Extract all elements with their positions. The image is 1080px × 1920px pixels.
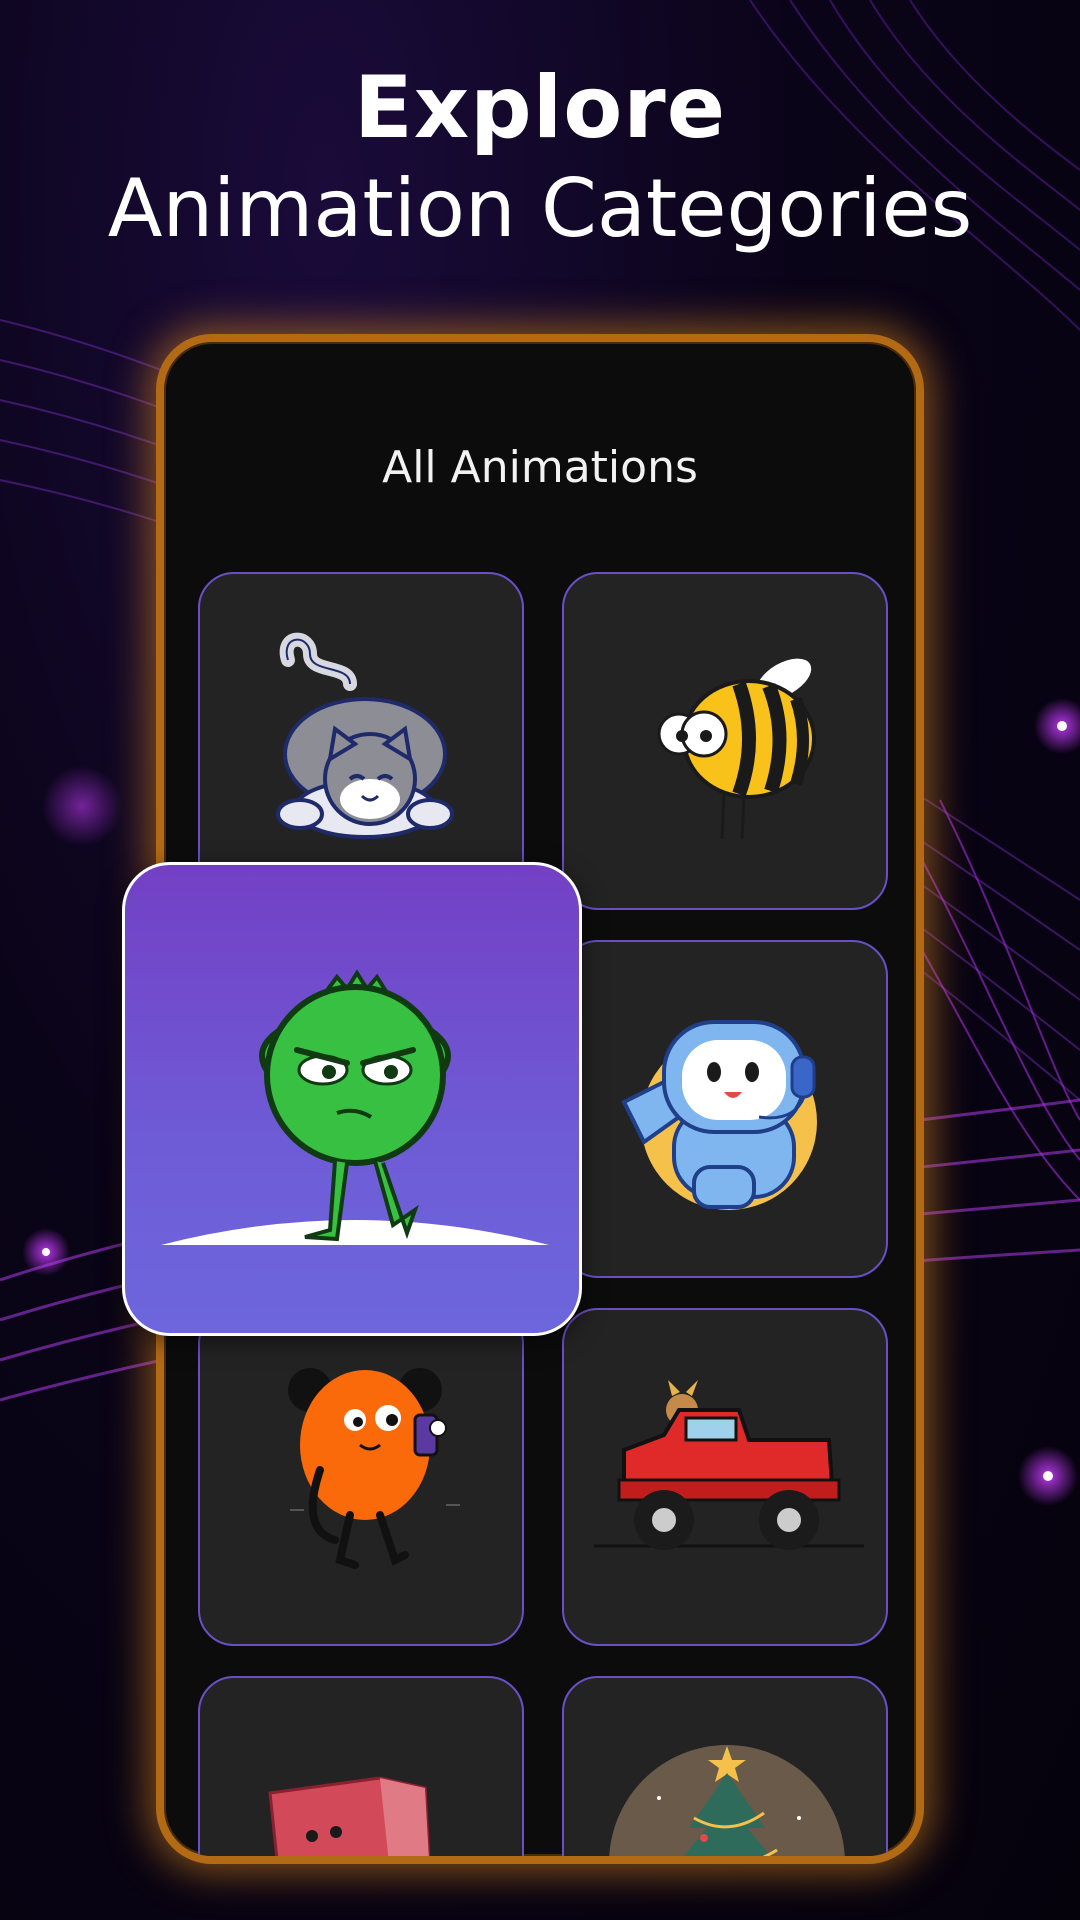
card-robot[interactable] [562,940,888,1278]
card-cat[interactable] [198,572,524,910]
green-character-icon [161,969,549,1245]
card-red-box[interactable] [198,1676,524,1856]
red-box-icon [268,1776,431,1856]
christmas-tree-icon [609,1745,845,1856]
headline-animation-categories: Animation Categories [107,162,973,255]
screen-title: All Animations [382,442,698,493]
headline-explore: Explore [353,58,727,158]
bee-icon [657,658,816,840]
robot-icon [621,1020,817,1210]
card-bee[interactable] [562,572,888,910]
monster-truck-icon [594,1380,864,1550]
cat-icon [276,632,454,839]
orange-character-icon [288,1368,460,1569]
card-orange-character[interactable] [198,1308,524,1646]
card-christmas-tree[interactable] [562,1676,888,1856]
card-monster-truck[interactable] [562,1308,888,1646]
featured-card-green-character[interactable] [122,862,582,1336]
